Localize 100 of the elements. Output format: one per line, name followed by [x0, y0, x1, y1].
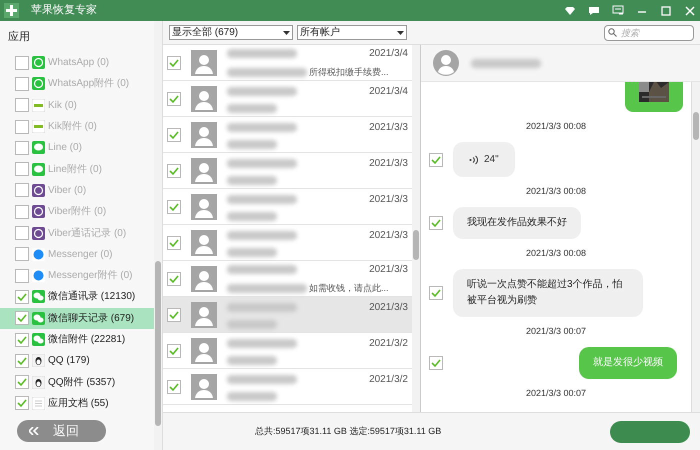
checkbox[interactable]: [167, 308, 181, 322]
checkbox[interactable]: [429, 216, 443, 230]
blurred-text: [227, 231, 297, 240]
chat-bubbles-icon: [32, 290, 45, 304]
scrollbar[interactable]: [154, 21, 162, 450]
diamond-icon[interactable]: [564, 6, 576, 16]
blurred-text: [227, 195, 297, 204]
avatar-icon: [191, 374, 217, 400]
checkbox[interactable]: [15, 354, 29, 368]
sidebar-item[interactable]: 微信通讯录 (12130): [0, 286, 154, 308]
sidebar-item[interactable]: QQ (179): [0, 350, 154, 372]
checkbox[interactable]: [429, 152, 443, 166]
scrollbar[interactable]: [692, 82, 700, 412]
recover-button[interactable]: [610, 420, 690, 442]
chat-icon[interactable]: [588, 6, 600, 16]
caret-icon: [283, 30, 290, 34]
window-title: 苹果恢复专家: [31, 2, 97, 18]
blurred-text: [227, 303, 297, 312]
checkbox[interactable]: [167, 272, 181, 286]
show-filter-dropdown[interactable]: 显示全部 (679): [169, 25, 293, 40]
scrollbar[interactable]: [412, 45, 420, 412]
conversation-date: 2021/3/4: [369, 46, 408, 61]
conversation-date: 2021/3/2: [369, 373, 408, 387]
chat-bubbles-icon: [32, 333, 45, 346]
account-dropdown[interactable]: 所有帐户: [297, 25, 407, 40]
message-time: 2021/3/3 00:08: [526, 185, 586, 198]
blurred-text: [227, 264, 297, 274]
conversation-date: 2021/3/3: [369, 301, 408, 315]
chat-bubbles-icon: [32, 312, 45, 325]
checkbox[interactable]: [15, 375, 29, 390]
checkbox[interactable]: [15, 311, 29, 326]
avatar-icon: [191, 122, 217, 148]
feedback-icon[interactable]: [612, 5, 624, 16]
checkbox[interactable]: [167, 92, 181, 106]
checkbox[interactable]: [15, 332, 29, 346]
double-chevron-icon: [29, 427, 39, 435]
avatar-icon: [191, 50, 217, 76]
document-icon: [32, 396, 45, 410]
message-time: 2021/3/3 00:07: [526, 387, 586, 400]
conversation-date: 2021/3/3: [369, 193, 408, 207]
checkbox[interactable]: [429, 356, 443, 370]
blurred-text: [227, 248, 277, 257]
conversation-date: 2021/3/3: [369, 157, 408, 171]
section-heading: 应用: [7, 30, 31, 45]
checkbox[interactable]: [167, 164, 181, 178]
sidebar-item[interactable]: QQ附件 (5357): [0, 371, 154, 393]
voice-message-bubble[interactable]: 24": [453, 142, 515, 177]
chat-bubble-icon: [32, 162, 45, 176]
blurred-text: [227, 356, 277, 365]
voice-icon: [469, 154, 478, 164]
maximize-icon[interactable]: [660, 6, 672, 16]
conversation-date: 2021/3/3: [369, 262, 408, 277]
close-icon[interactable]: [684, 6, 696, 16]
sidebar-item[interactable]: 应用文档 (55): [0, 392, 154, 414]
blurred-text: [227, 48, 297, 58]
avatar-icon: [191, 338, 217, 364]
checkbox[interactable]: [15, 290, 29, 304]
conversation-row[interactable]: 2021/3/3: [163, 297, 412, 333]
avatar-icon: [191, 230, 217, 256]
checkbox[interactable]: [167, 128, 181, 142]
conversation-date: 2021/3/3: [369, 229, 408, 243]
app-logo-icon: [4, 3, 19, 18]
blurred-text: [227, 140, 277, 149]
status-summary: 总共:59517项31.11 GB 选定:59517项31.11 GB: [255, 424, 442, 438]
checkbox[interactable]: [167, 236, 181, 250]
blurred-text: [227, 339, 297, 348]
caret-icon: [397, 30, 404, 34]
conversation-date: 2021/3/4: [369, 85, 408, 99]
checkbox[interactable]: [167, 200, 181, 214]
search-icon: [608, 28, 617, 37]
message-preview: 如需收钱，请点此...: [309, 282, 389, 295]
message-time: 2021/3/3 00:07: [526, 325, 586, 338]
blurred-text: [227, 375, 297, 384]
search-field[interactable]: 搜索: [604, 24, 694, 40]
blurred-text: [227, 392, 277, 401]
blurred-text: [227, 212, 277, 221]
avatar-icon: [191, 86, 217, 112]
conversation-date: 2021/3/3: [369, 121, 408, 135]
avatar-icon: [191, 266, 217, 292]
chat-bubble-icon: [32, 141, 45, 154]
message-bubble: 听说一次点赞不能超过3个作品，怕被平台视为刷赞: [453, 269, 643, 317]
sidebar-item[interactable]: 微信聊天记录 (679): [0, 308, 154, 329]
message-preview: 所得税扣缴手续费...: [309, 66, 389, 79]
avatar-icon: [191, 302, 217, 328]
blurred-text: [227, 104, 277, 113]
checkbox[interactable]: [167, 344, 181, 358]
blurred-text: [471, 58, 541, 68]
message-time: 2021/3/3 00:08: [526, 247, 586, 260]
sidebar-item[interactable]: 微信附件 (22281): [0, 328, 154, 350]
blurred-text: [227, 159, 297, 168]
blurred-text: [227, 320, 277, 329]
message-bubble: 就是发很少视频: [579, 347, 677, 379]
blurred-text: [227, 87, 297, 96]
checkbox[interactable]: [167, 380, 181, 394]
conversation-date: 2021/3/2: [369, 337, 408, 351]
checkbox[interactable]: [429, 286, 443, 300]
avatar-icon: [191, 158, 217, 184]
blurred-text: [227, 123, 297, 132]
checkbox[interactable]: [15, 396, 29, 410]
checkbox[interactable]: [167, 56, 181, 70]
